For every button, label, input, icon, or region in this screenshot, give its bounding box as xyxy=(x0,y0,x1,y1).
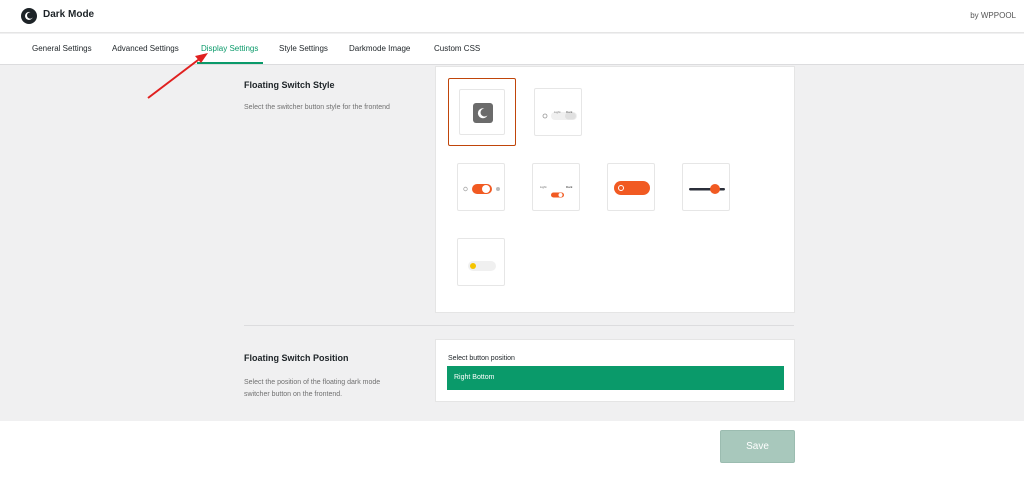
app-title: Dark Mode xyxy=(43,9,95,20)
yellow-dot-toggle-icon xyxy=(468,258,496,271)
moon-square-icon xyxy=(473,103,493,123)
footer-bar: Save xyxy=(0,421,1024,489)
section-divider xyxy=(244,325,794,326)
tab-style-settings[interactable]: Style Settings xyxy=(279,44,328,53)
select-position-label: Select button position xyxy=(448,355,515,362)
light-text: Light xyxy=(554,110,561,114)
floating-switch-position-description: Select the position of the floating dark… xyxy=(244,379,381,398)
switch-style-option-7[interactable] xyxy=(457,238,505,286)
floating-switch-style-description: Select the switcher button style for the… xyxy=(244,104,390,111)
switch-style-option-1[interactable] xyxy=(448,78,516,146)
sun-moon-toggle-icon xyxy=(462,182,502,194)
switch-style-option-4[interactable]: Light Dark xyxy=(532,163,580,211)
save-button[interactable]: Save xyxy=(720,430,795,463)
switch-position-panel: Select button position Right Bottom xyxy=(435,339,795,402)
dark-text: Dark xyxy=(566,185,573,189)
switch-style-option-5[interactable] xyxy=(607,163,655,211)
tab-darkmode-image[interactable]: Darkmode Image xyxy=(349,44,410,53)
vendor-label: by WPPOOL xyxy=(970,11,1016,20)
tab-custom-css[interactable]: Custom CSS xyxy=(434,44,480,53)
dark-mode-logo-icon xyxy=(21,8,37,24)
button-position-select[interactable]: Right Bottom xyxy=(447,366,784,390)
switch-style-option-2[interactable]: Light Dark xyxy=(534,88,582,136)
switch-style-option-3[interactable] xyxy=(457,163,505,211)
top-bar: Dark Mode by WPPOOL xyxy=(0,0,1024,33)
switch-style-options-panel: Light Dark Light Dark xyxy=(435,66,795,313)
switch-style-option-6[interactable] xyxy=(682,163,730,211)
slider-toggle-icon xyxy=(689,182,725,194)
tab-general-settings[interactable]: General Settings xyxy=(32,44,92,53)
light-text: Light xyxy=(540,185,547,189)
annotation-arrow-icon xyxy=(147,53,208,99)
floating-switch-position-title: Floating Switch Position xyxy=(244,353,349,363)
floating-switch-style-title: Floating Switch Style xyxy=(244,80,335,90)
orange-pill-toggle-icon xyxy=(614,181,650,195)
dark-text: Dark xyxy=(566,110,573,114)
